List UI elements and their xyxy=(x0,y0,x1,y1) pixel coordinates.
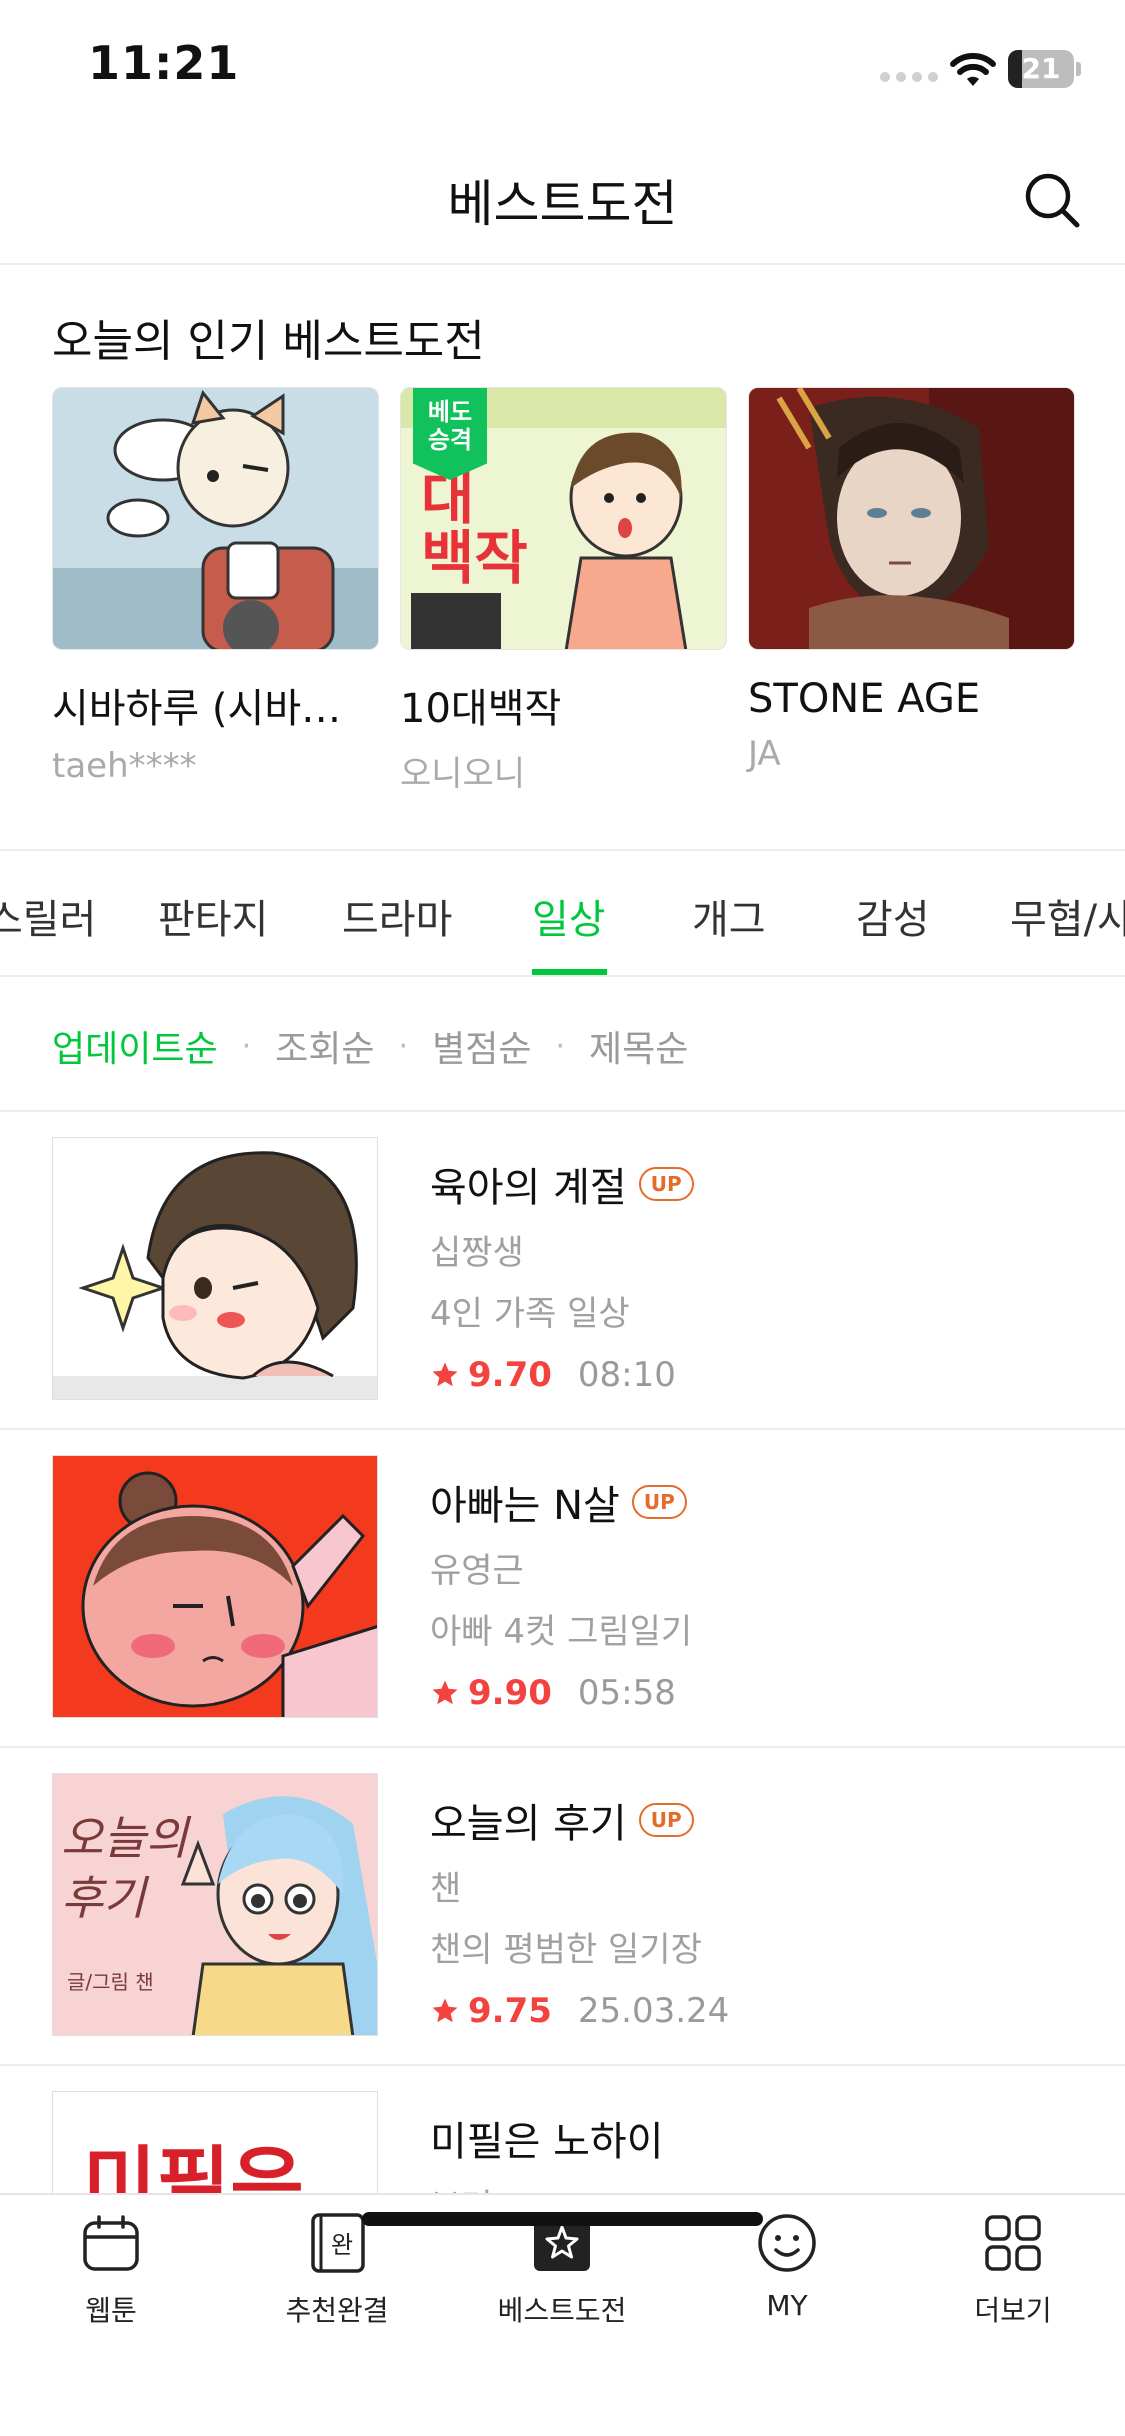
list-divider xyxy=(0,1428,1125,1430)
grid-icon xyxy=(985,2215,1041,2271)
card-author: 오니오니 xyxy=(400,754,526,794)
tab-label: MY xyxy=(766,2289,808,2322)
separator-dot: · xyxy=(555,1028,565,1064)
list-item[interactable]: 육아의 계절 UP 십짱생 4인 가족 일상 9.70 08:10 xyxy=(0,1113,1125,1431)
list-item[interactable]: 오늘의 후기 글/그림 챈 오늘의 후기 UP 챈 챈의 평범한 일기장 9.75 … xyxy=(0,1749,1125,2067)
genre-tab[interactable]: 무협/사 xyxy=(1010,887,1125,945)
card-author: taeh**** xyxy=(52,746,197,786)
card-title: STONE AGE xyxy=(748,676,981,722)
webtoon-title: 미필은 노하이 xyxy=(430,2119,664,2165)
tab-label: 추천완결 xyxy=(285,2294,389,2327)
list-divider xyxy=(0,1110,1125,1112)
navigation-header: 베스트도전 xyxy=(0,130,1125,265)
genre-tab[interactable]: 스릴러 xyxy=(0,887,96,945)
sort-option-title[interactable]: 제목순 xyxy=(589,1020,688,1072)
webtoon-description: 4인 가족 일상 xyxy=(430,1294,630,1334)
tab-label: 더보기 xyxy=(974,2294,1052,2327)
webtoon-thumbnail xyxy=(52,387,379,650)
separator-dot: · xyxy=(398,1028,409,1064)
rating-value: 9.75 xyxy=(468,1991,552,2031)
list-item-info: 육아의 계절 UP 십짱생 4인 가족 일상 9.70 08:10 xyxy=(430,1155,694,1395)
active-tab-indicator xyxy=(532,969,607,975)
wifi-icon xyxy=(950,53,996,86)
cellular-signal-icon xyxy=(880,72,938,82)
webtoon-author: 십짱생 xyxy=(430,1233,524,1273)
card-title: 10대백작 xyxy=(400,686,562,732)
status-bar: 11:21 21 xyxy=(0,0,1125,130)
book-complete-icon: 완 xyxy=(311,2213,365,2273)
section-title: 오늘의 인기 베스트도전 xyxy=(52,316,485,367)
update-time: 08:10 xyxy=(577,1355,676,1395)
list-item[interactable]: 아빠는 N살 UP 유영근 아빠 4컷 그림일기 9.90 05:58 xyxy=(0,1431,1125,1749)
list-item-info: 오늘의 후기 UP 챈 챈의 평범한 일기장 9.75 25.03.24 xyxy=(430,1791,729,2031)
update-time: 25.03.24 xyxy=(577,1991,730,2031)
list-divider xyxy=(0,1746,1125,1748)
webtoon-description: 아빠 4컷 그림일기 xyxy=(430,1612,693,1652)
webtoon-thumbnail xyxy=(748,387,1075,650)
tab-label: 웹툰 xyxy=(85,2294,137,2327)
webtoon-thumbnail: 대 백작 베도 승격 xyxy=(400,387,727,650)
webtoon-author: 챈 xyxy=(430,1869,462,1909)
tab-label: 베스트도전 xyxy=(497,2294,627,2327)
webtoon-author: 유영근 xyxy=(430,1551,524,1591)
popular-card[interactable]: 시바하루 (시바견… taeh**** xyxy=(52,387,379,786)
up-badge: UP xyxy=(638,1803,694,1837)
svg-text:글/그림 챈: 글/그림 챈 xyxy=(67,1970,154,1994)
webtoon-description: 챈의 평범한 일기장 xyxy=(430,1930,702,1970)
genre-tabs: 스릴러 판타지 드라마 일상 개그 감성 무협/사 xyxy=(0,851,1125,977)
status-time: 11:21 xyxy=(88,36,240,90)
battery-icon: 21 xyxy=(1008,50,1081,88)
webtoon-title: 육아의 계절 xyxy=(430,1165,627,1211)
star-icon xyxy=(432,1680,458,1705)
popular-section: 오늘의 인기 베스트도전 시바하루 (시바견… taeh**** 대 백작 베도… xyxy=(0,265,1125,849)
page-title: 베스트도전 xyxy=(447,175,678,233)
tab-webtoon[interactable]: 웹툰 xyxy=(31,2211,191,2329)
genre-tab[interactable]: 감성 xyxy=(856,887,930,945)
up-badge: UP xyxy=(638,1167,694,1201)
list-divider xyxy=(0,2064,1125,2066)
webtoon-thumbnail: 오늘의 후기 글/그림 챈 xyxy=(52,1773,378,2036)
svg-text:완: 완 xyxy=(331,2231,353,2259)
sort-option-rating[interactable]: 별점순 xyxy=(432,1020,531,1072)
card-title: 시바하루 (시바견… xyxy=(52,686,372,732)
star-icon xyxy=(432,1362,458,1387)
update-time: 05:58 xyxy=(577,1673,676,1713)
tab-more[interactable]: 더보기 xyxy=(933,2211,1093,2329)
genre-tab[interactable]: 판타지 xyxy=(158,887,268,945)
promotion-badge: 베도 승격 xyxy=(413,388,487,480)
list-item-info: 아빠는 N살 UP 유영근 아빠 4컷 그림일기 9.90 05:58 xyxy=(430,1473,692,1713)
webtoon-thumbnail xyxy=(52,1455,378,1718)
webtoon-thumbnail xyxy=(52,1137,378,1400)
webtoon-title: 오늘의 후기 xyxy=(430,1801,627,1847)
genre-tab[interactable]: 드라마 xyxy=(342,887,452,945)
calendar-icon xyxy=(83,2215,139,2271)
tab-recommended-complete[interactable]: 완 추천완결 xyxy=(257,2211,417,2329)
smiley-icon xyxy=(758,2214,816,2272)
popular-card[interactable]: 대 백작 베도 승격 10대백작 오니오니 xyxy=(400,387,727,795)
up-badge: UP xyxy=(631,1485,687,1519)
battery-level: 21 xyxy=(1021,52,1061,85)
bottom-tab-bar: 웹툰 완 추천완결 베스트도전 MY 더보기 xyxy=(0,2193,1125,2436)
tab-my[interactable]: MY xyxy=(707,2211,867,2322)
home-indicator xyxy=(362,2212,763,2226)
separator-dot: · xyxy=(241,1028,252,1064)
star-icon xyxy=(432,1998,458,2023)
sort-option-views[interactable]: 조회순 xyxy=(275,1020,374,1072)
tab-best-challenge[interactable]: 베스트도전 xyxy=(482,2211,642,2329)
card-author: JA xyxy=(748,734,781,774)
sort-option-update[interactable]: 업데이트순 xyxy=(52,1020,218,1072)
popular-card[interactable]: STONE AGE JA xyxy=(748,387,1075,774)
rating-value: 9.70 xyxy=(468,1355,552,1395)
search-icon[interactable] xyxy=(1022,170,1082,230)
rating-value: 9.90 xyxy=(468,1673,552,1713)
webtoon-title: 아빠는 N살 xyxy=(430,1483,620,1529)
genre-tab[interactable]: 개그 xyxy=(692,887,766,945)
genre-tab-active[interactable]: 일상 xyxy=(532,887,606,945)
sort-options: 업데이트순 · 조회순 · 별점순 · 제목순 xyxy=(52,1020,688,1072)
